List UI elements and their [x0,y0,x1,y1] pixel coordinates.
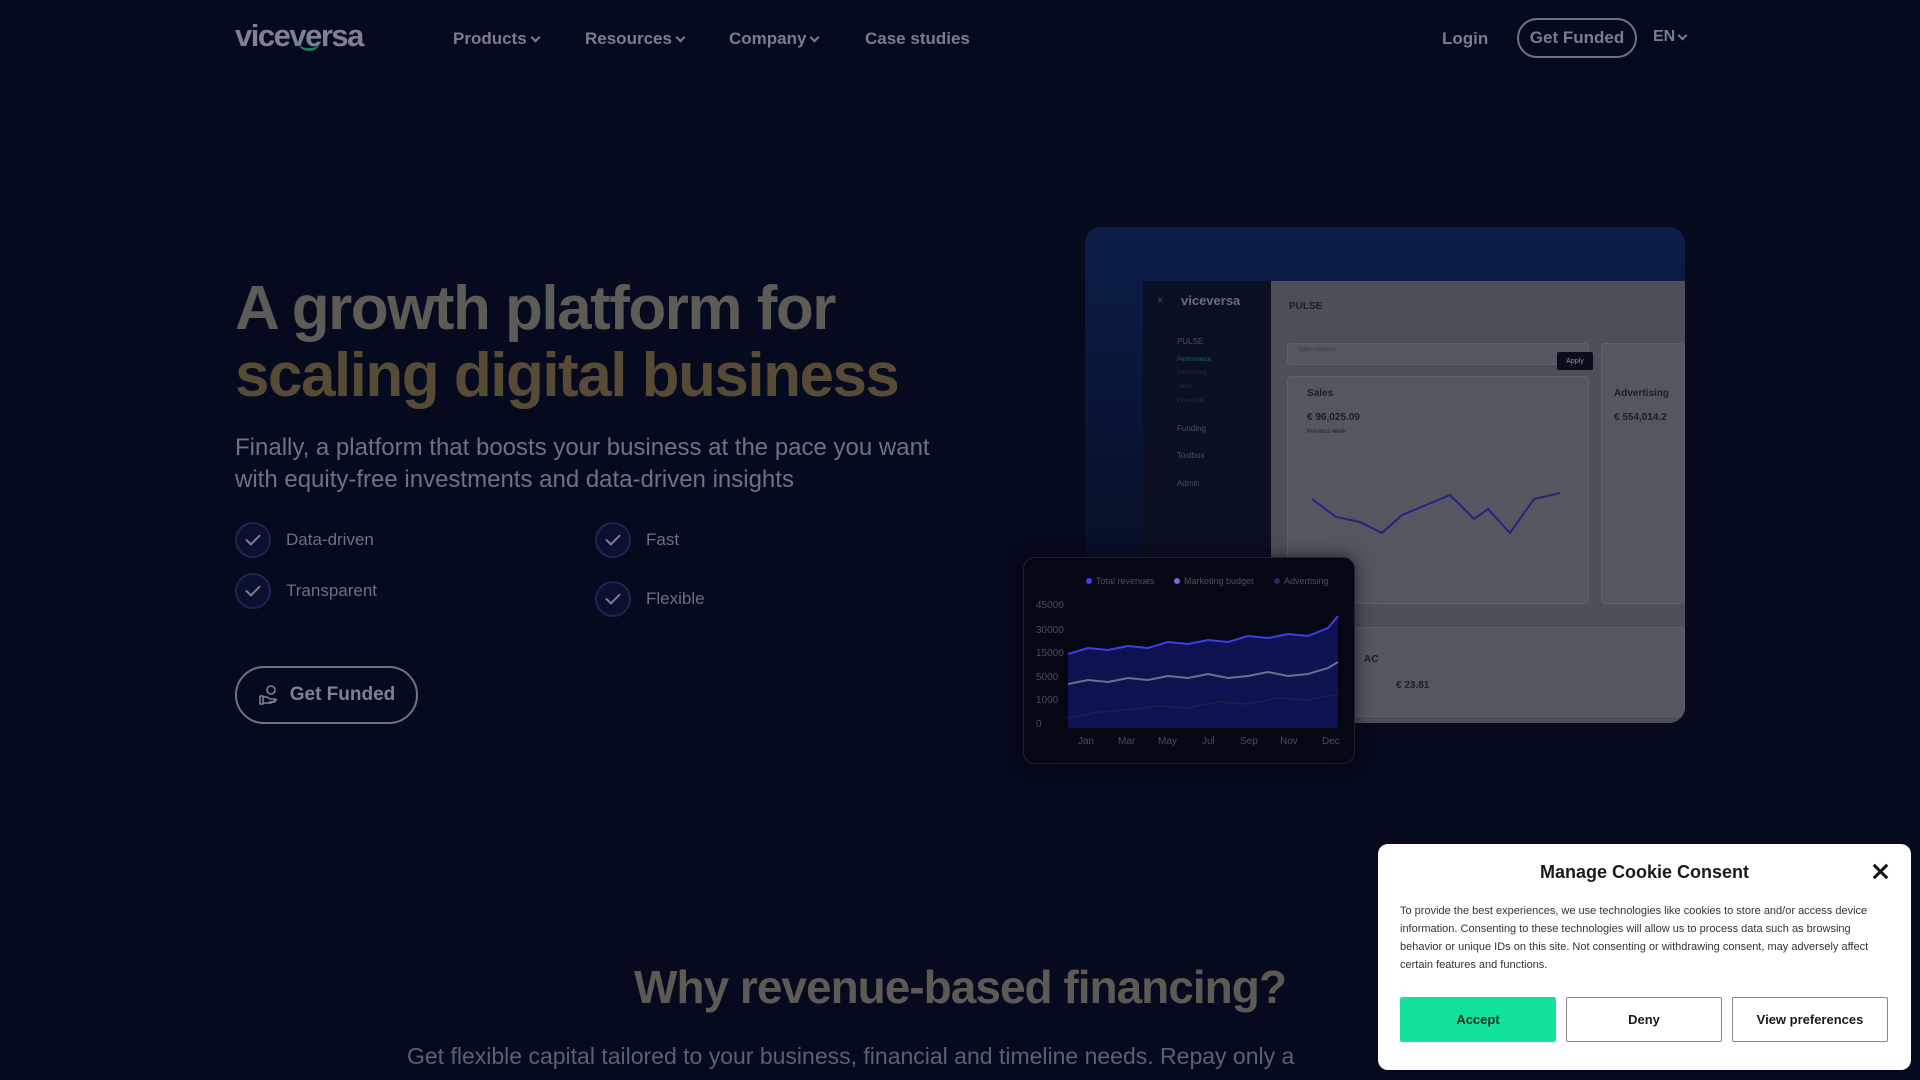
cac-card: AC € 23.81 [1351,627,1685,717]
dashboard-menu-toolbox: Toolbox [1177,451,1205,460]
nav-case-studies-label: Case studies [865,29,970,48]
hero-get-funded-button[interactable]: Get Funded [235,666,418,724]
chevron-down-icon [810,32,820,43]
dashboard-menu-funding: Funding [1177,424,1206,433]
feature-item: Data-driven [235,522,374,558]
cookie-title: Manage Cookie Consent [1539,862,1750,882]
dashboard-submenu-item: Advertising [1177,370,1207,376]
top-navigation: viceversa Products Resources Company Cas… [0,0,1920,78]
y-tick-label: 5000 [1036,672,1059,683]
check-icon [235,522,271,558]
cac-card-value: € 23.81 [1396,680,1430,691]
dashboard-menu-admin: Admin [1177,479,1200,488]
language-selector[interactable]: EN [1653,28,1688,46]
revenue-mini-chart: Total revenues Marketing budget Advertis… [1023,557,1355,764]
dashboard-menu-pulse: PULSE [1177,337,1204,346]
feature-item: Transparent [235,573,377,609]
sales-line-chart [1311,492,1561,535]
y-tick-label: 45000 [1036,600,1064,611]
x-tick-label: Jan [1078,736,1095,747]
login-link[interactable]: Login [1442,29,1488,49]
language-label: EN [1653,28,1676,45]
cookie-accept-button[interactable]: Accept [1400,997,1556,1042]
sales-card-delta: Previous week [1307,429,1347,435]
legend-advertising: Advertising [1274,576,1329,586]
y-tick-label: 0 [1036,719,1042,730]
dashboard-submenu-item: Financials [1177,398,1205,404]
advertising-card-title: Advertising [1614,388,1670,399]
advertising-card: Advertising € 554,014.2 [1601,343,1685,604]
dashboard-apply-button: Apply [1557,352,1593,370]
x-tick-label: Mar [1118,736,1136,747]
hand-money-icon [258,685,278,705]
dashboard-section-title: PULSE [1289,301,1323,312]
cookie-preferences-button[interactable]: View preferences [1732,997,1888,1042]
chevron-down-icon [530,32,541,43]
hero-get-funded-label: Get Funded [289,684,396,705]
feature-label: Fast [646,530,680,549]
y-tick-label: 15000 [1036,648,1064,659]
mini-area-chart [1068,615,1339,728]
feature-label: Transparent [286,581,378,600]
cookie-deny-button[interactable]: Deny [1566,997,1722,1042]
sales-card-title: Sales [1307,388,1334,399]
dashboard-logo: viceversa [1181,293,1241,308]
check-icon [595,522,631,558]
hero-title-line1: A growth platform for [235,274,836,343]
x-tick-label: Sep [1240,736,1258,747]
nav-company[interactable]: Company [729,29,820,49]
feature-label: Flexible [646,589,705,608]
dashboard-submenu-item: Performance [1177,357,1212,363]
header-get-funded-button[interactable]: Get Funded [1517,18,1637,58]
advertising-card-value: € 554,014.2 [1614,412,1667,423]
y-tick-label: 30000 [1036,625,1064,636]
chevron-down-icon [1677,30,1688,41]
cac-card-title: AC [1364,654,1379,665]
legend-marketing-budget: Marketing budget [1174,576,1254,586]
nav-products-label: Products [453,29,527,48]
cookie-consent-dialog: Manage Cookie Consent To provide the bes… [1378,844,1911,1070]
dashboard-submenu-item: Sales [1177,384,1193,390]
close-icon[interactable] [1868,860,1892,884]
feature-item: Fast [595,522,679,558]
x-tick-label: Jul [1202,736,1215,747]
nav-products[interactable]: Products [453,29,541,49]
x-tick-label: May [1158,736,1177,747]
check-icon [595,581,631,617]
feature-item: Flexible [595,581,705,617]
x-tick-label: Dec [1322,736,1340,747]
sales-card-value: € 96,025.09 [1307,412,1360,423]
nav-resources-label: Resources [585,29,672,48]
close-icon: × [1157,295,1164,307]
check-icon [235,573,271,609]
filter-label: Sales sources [1298,347,1336,353]
hero-title-line2: scaling digital business [235,341,900,410]
legend-label: Total revenues [1096,576,1155,586]
chevron-down-icon [675,32,686,43]
cookie-description: To provide the best experiences, we use … [1400,905,1869,971]
legend-label: Advertising [1284,576,1329,586]
site-logo[interactable]: viceversa [235,18,364,54]
legend-total-revenues: Total revenues [1086,576,1155,586]
hero-subtitle: Finally, a platform that boosts your bus… [235,434,930,493]
legend-label: Marketing budget [1184,576,1254,586]
feature-label: Data-driven [286,530,374,549]
y-tick-label: 1000 [1036,695,1059,706]
hero-title: A growth platform for scaling digital bu… [235,275,975,409]
nav-company-label: Company [729,29,807,48]
x-tick-label: Nov [1280,736,1298,747]
nav-resources[interactable]: Resources [585,29,686,49]
nav-case-studies[interactable]: Case studies [865,29,970,49]
dashboard-filter: Sales sources [1287,343,1589,365]
